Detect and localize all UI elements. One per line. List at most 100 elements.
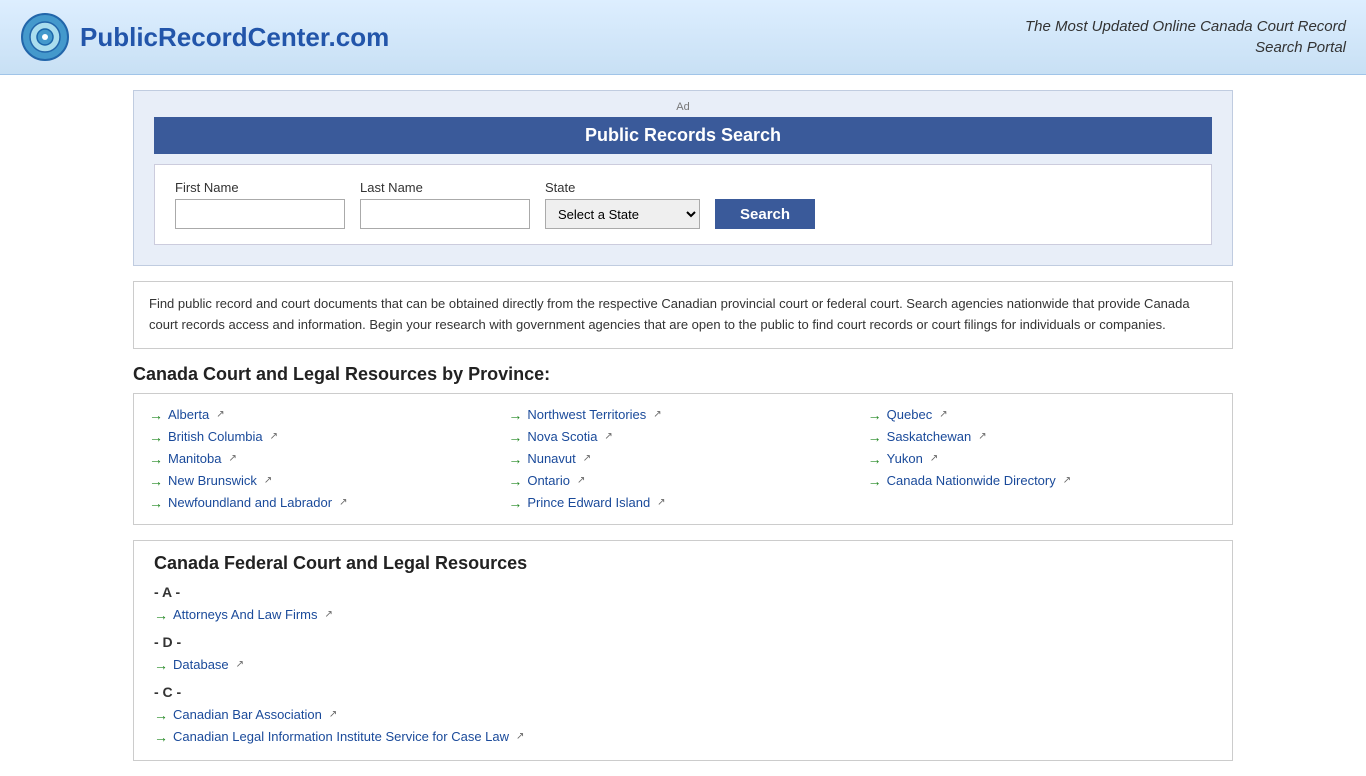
external-icon: ↗ — [657, 497, 665, 508]
province-item: → Yukon ↗ — [868, 448, 1217, 470]
external-icon: ↗ — [583, 453, 591, 464]
federal-content: - A - → Attorneys And Law Firms ↗ - D - → D… — [154, 584, 1212, 748]
arrow-icon: → — [149, 407, 163, 423]
arrow-icon: → — [149, 495, 163, 511]
external-icon: ↗ — [270, 431, 278, 442]
province-item: → Canada Nationwide Directory ↗ — [868, 470, 1217, 492]
external-icon: ↗ — [216, 409, 224, 420]
external-icon: ↗ — [325, 609, 333, 620]
resource-link[interactable]: Canadian Bar Association — [173, 707, 322, 722]
arrow-icon: → — [868, 451, 882, 467]
external-icon: ↗ — [516, 731, 524, 742]
external-icon: ↗ — [604, 431, 612, 442]
last-name-group: Last Name — [360, 180, 530, 229]
province-item: → Newfoundland and Labrador ↗ — [149, 492, 498, 514]
province-item: → Nova Scotia ↗ — [508, 426, 857, 448]
province-link[interactable]: New Brunswick — [168, 473, 257, 488]
federal-section: Canada Federal Court and Legal Resources… — [133, 540, 1233, 761]
arrow-icon: → — [868, 407, 882, 423]
first-name-input[interactable] — [175, 199, 345, 229]
resource-item: → Database ↗ — [154, 654, 1212, 676]
province-link[interactable]: Manitoba — [168, 451, 221, 466]
logo-icon — [20, 12, 70, 62]
external-icon: ↗ — [1063, 475, 1071, 486]
province-link[interactable]: Canada Nationwide Directory — [887, 473, 1056, 488]
province-title: Canada Court and Legal Resources by Prov… — [133, 364, 1233, 385]
ad-section: Ad Public Records Search First Name Last… — [133, 90, 1233, 266]
province-item: → Alberta ↗ — [149, 404, 498, 426]
province-item: → Manitoba ↗ — [149, 448, 498, 470]
province-item: → Quebec ↗ — [868, 404, 1217, 426]
tagline: The Most Updated Online Canada Court Rec… — [1025, 16, 1346, 58]
province-grid-container: → Alberta ↗→ British Columbia ↗→ Manitob… — [133, 393, 1233, 525]
external-icon: ↗ — [653, 409, 661, 420]
resource-link[interactable]: Attorneys And Law Firms — [173, 607, 318, 622]
first-name-label: First Name — [175, 180, 345, 195]
province-link[interactable]: Saskatchewan — [887, 429, 972, 444]
section-letter: - C - — [154, 684, 1212, 700]
province-link[interactable]: British Columbia — [168, 429, 263, 444]
province-item: → Nunavut ↗ — [508, 448, 857, 470]
province-link[interactable]: Yukon — [887, 451, 923, 466]
province-link[interactable]: Alberta — [168, 407, 209, 422]
province-link[interactable]: Nunavut — [527, 451, 575, 466]
resource-item: → Canadian Bar Association ↗ — [154, 704, 1212, 726]
province-item: → New Brunswick ↗ — [149, 470, 498, 492]
arrow-icon: → — [149, 473, 163, 489]
province-link[interactable]: Ontario — [527, 473, 570, 488]
province-item: → Prince Edward Island ↗ — [508, 492, 857, 514]
arrow-icon: → — [149, 429, 163, 445]
province-link[interactable]: Northwest Territories — [527, 407, 646, 422]
last-name-input[interactable] — [360, 199, 530, 229]
arrow-icon: → — [154, 607, 168, 623]
state-select[interactable]: Select a State — [545, 199, 700, 229]
resource-item: → Attorneys And Law Firms ↗ — [154, 604, 1212, 626]
arrow-icon: → — [508, 495, 522, 511]
resource-link[interactable]: Canadian Legal Information Institute Ser… — [173, 729, 509, 744]
province-col-1: → Alberta ↗→ British Columbia ↗→ Manitob… — [149, 404, 498, 514]
arrow-icon: → — [508, 429, 522, 445]
province-col-3: → Quebec ↗→ Saskatchewan ↗→ Yukon ↗→ Can… — [868, 404, 1217, 514]
province-link[interactable]: Nova Scotia — [527, 429, 597, 444]
province-item: → Northwest Territories ↗ — [508, 404, 857, 426]
province-link[interactable]: Quebec — [887, 407, 933, 422]
external-icon: ↗ — [339, 497, 347, 508]
ad-label: Ad — [154, 101, 1212, 113]
province-link[interactable]: Prince Edward Island — [527, 495, 650, 510]
external-icon: ↗ — [264, 475, 272, 486]
page-header: PublicRecordCenter.com The Most Updated … — [0, 0, 1366, 75]
arrow-icon: → — [154, 729, 168, 745]
arrow-icon: → — [154, 657, 168, 673]
external-icon: ↗ — [228, 453, 236, 464]
first-name-group: First Name — [175, 180, 345, 229]
section-letter: - D - — [154, 634, 1212, 650]
external-icon: ↗ — [930, 453, 938, 464]
province-item: → Saskatchewan ↗ — [868, 426, 1217, 448]
arrow-icon: → — [149, 451, 163, 467]
arrow-icon: → — [868, 473, 882, 489]
province-section: Canada Court and Legal Resources by Prov… — [133, 364, 1233, 525]
arrow-icon: → — [508, 407, 522, 423]
search-button[interactable]: Search — [715, 199, 815, 229]
resource-item: → Canadian Legal Information Institute S… — [154, 726, 1212, 748]
search-widget-title: Public Records Search — [154, 117, 1212, 154]
last-name-label: Last Name — [360, 180, 530, 195]
resource-link[interactable]: Database — [173, 657, 229, 672]
search-form-area: First Name Last Name State Select a Stat… — [154, 164, 1212, 245]
arrow-icon: → — [154, 707, 168, 723]
external-icon: ↗ — [236, 659, 244, 670]
external-icon: ↗ — [577, 475, 585, 486]
section-letter: - A - — [154, 584, 1212, 600]
arrow-icon: → — [508, 473, 522, 489]
arrow-icon: → — [508, 451, 522, 467]
external-icon: ↗ — [939, 409, 947, 420]
external-icon: ↗ — [978, 431, 986, 442]
province-col-2: → Northwest Territories ↗→ Nova Scotia ↗… — [508, 404, 857, 514]
state-group: State Select a State — [545, 180, 700, 229]
arrow-icon: → — [868, 429, 882, 445]
province-link[interactable]: Newfoundland and Labrador — [168, 495, 332, 510]
province-grid: → Alberta ↗→ British Columbia ↗→ Manitob… — [149, 404, 1217, 514]
description-section: Find public record and court documents t… — [133, 281, 1233, 349]
logo-area[interactable]: PublicRecordCenter.com — [20, 12, 389, 62]
description-text: Find public record and court documents t… — [149, 294, 1217, 336]
